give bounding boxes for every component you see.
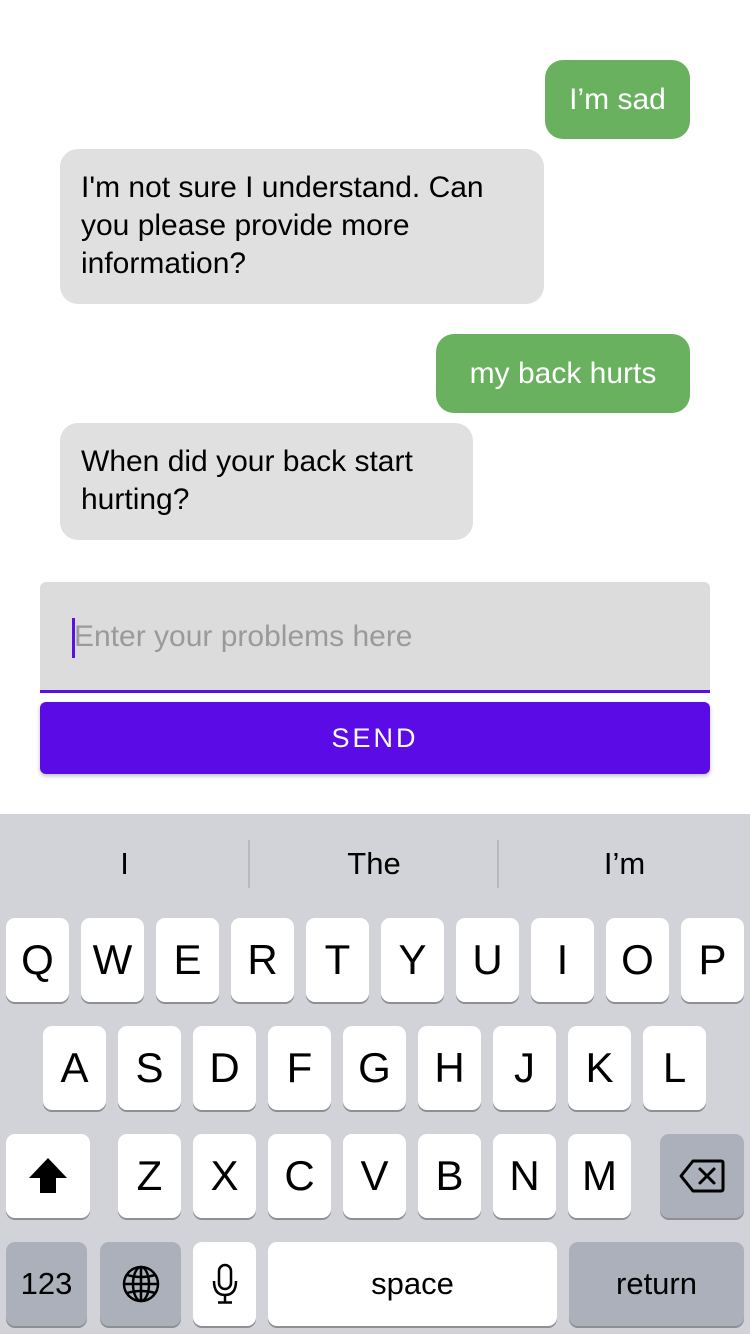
globe-key[interactable]	[100, 1242, 181, 1326]
key-n[interactable]: N	[493, 1134, 556, 1218]
key-w[interactable]: W	[81, 918, 144, 1002]
key-i[interactable]: I	[531, 918, 594, 1002]
key-r[interactable]: R	[231, 918, 294, 1002]
return-key[interactable]: return	[569, 1242, 744, 1326]
message-line: hurting?	[81, 483, 190, 516]
numbers-key[interactable]: 123	[6, 1242, 87, 1326]
send-button[interactable]: SEND	[40, 702, 710, 774]
key-f[interactable]: F	[268, 1026, 331, 1110]
message-line: you please provide more	[81, 209, 410, 242]
suggestion-2[interactable]: The	[250, 814, 498, 914]
key-x[interactable]: X	[193, 1134, 256, 1218]
key-l[interactable]: L	[643, 1026, 706, 1110]
key-j[interactable]: J	[493, 1026, 556, 1110]
message-bot-1: I'm not sure I understand. Can you pleas…	[60, 149, 544, 304]
shift-icon	[29, 1158, 67, 1193]
key-s[interactable]: S	[118, 1026, 181, 1110]
key-b[interactable]: B	[418, 1134, 481, 1218]
message-line: When did your back start	[81, 445, 413, 478]
suggestion-3[interactable]: I’m	[499, 814, 750, 914]
key-y[interactable]: Y	[381, 918, 444, 1002]
message-user-1: I’m sad	[545, 60, 690, 139]
text-cursor	[72, 618, 75, 658]
suggestion-1[interactable]: I	[0, 814, 249, 914]
message-text: I’m sad	[569, 83, 666, 116]
key-h[interactable]: H	[418, 1026, 481, 1110]
on-screen-keyboard: I The I’m Q W E R T Y U I O P A S D F G …	[0, 814, 750, 1334]
key-q[interactable]: Q	[6, 918, 69, 1002]
shift-key[interactable]	[6, 1134, 90, 1218]
key-p[interactable]: P	[681, 918, 744, 1002]
key-a[interactable]: A	[43, 1026, 106, 1110]
message-line: I'm not sure I understand. Can	[81, 171, 484, 204]
key-t[interactable]: T	[306, 918, 369, 1002]
problem-input[interactable]	[74, 616, 674, 658]
key-k[interactable]: K	[568, 1026, 631, 1110]
key-d[interactable]: D	[193, 1026, 256, 1110]
key-u[interactable]: U	[456, 918, 519, 1002]
key-o[interactable]: O	[606, 918, 669, 1002]
key-v[interactable]: V	[343, 1134, 406, 1218]
delete-key[interactable]	[660, 1134, 744, 1218]
message-bot-2: When did your back start hurting?	[60, 423, 473, 540]
key-e[interactable]: E	[156, 918, 219, 1002]
key-m[interactable]: M	[568, 1134, 631, 1218]
key-z[interactable]: Z	[118, 1134, 181, 1218]
key-g[interactable]: G	[343, 1026, 406, 1110]
key-c[interactable]: C	[268, 1134, 331, 1218]
message-line: information?	[81, 247, 247, 280]
microphone-icon	[212, 1263, 237, 1304]
message-text: my back hurts	[469, 357, 657, 390]
microphone-key[interactable]	[193, 1242, 256, 1326]
space-key[interactable]: space	[268, 1242, 557, 1326]
message-user-2: my back hurts	[436, 334, 690, 413]
problem-input-container[interactable]	[40, 582, 710, 693]
delete-icon	[679, 1159, 725, 1193]
globe-icon	[122, 1265, 159, 1303]
